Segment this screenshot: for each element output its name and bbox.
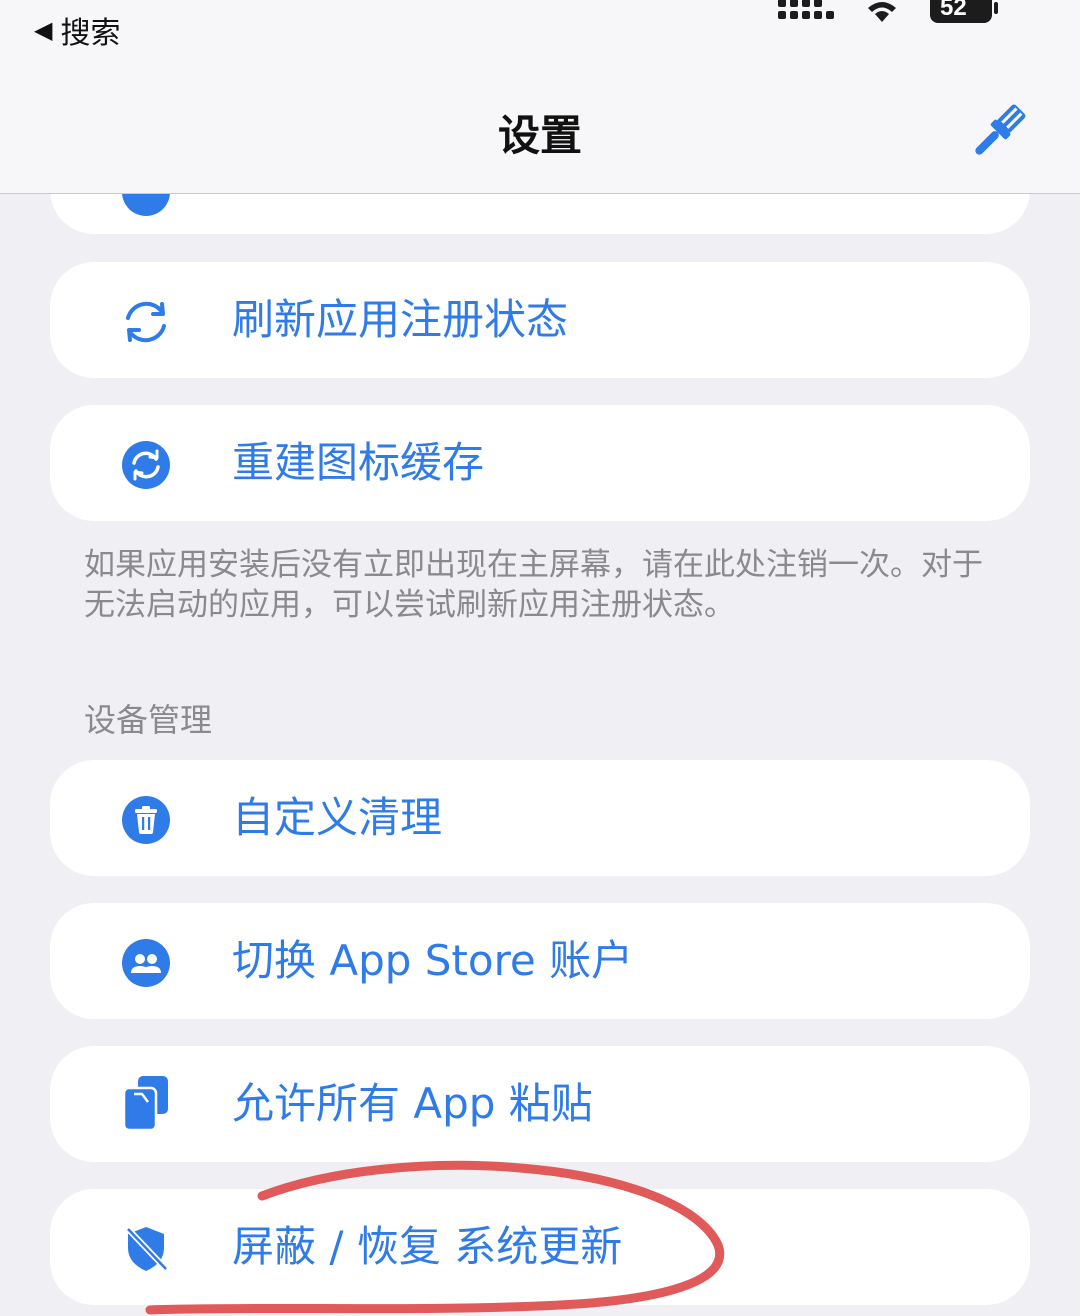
section-footer-note: 如果应用安装后没有立即出现在主屏幕，请在此处注销一次。对于无法启动的应用，可以尝… [84,547,983,623]
status-icons: 52 [778,0,998,24]
switch-account-label: 切换 App Store 账户 [232,936,634,985]
battery-indicator: 52 [930,0,998,23]
wifi-icon [868,2,896,22]
back-button[interactable]: ◀ 搜索 [34,8,120,52]
rebuild-icon-cache-label: 重建图标缓存 [232,438,485,487]
navigation-header: ◀ 搜索 52 设置 [0,0,1080,194]
brush-icon[interactable] [962,98,1032,168]
allow-paste-label: 允许所有 App 粘贴 [232,1079,593,1128]
shield-off-icon [125,1226,169,1272]
custom-cleanup-item[interactable]: 自定义清理 [50,760,1030,876]
refresh-arrows-icon [126,301,166,343]
allow-all-paste-item[interactable]: 允许所有 App 粘贴 [50,1046,1030,1162]
signal-icon [778,0,834,19]
section-header-device-management: 设备管理 [84,701,213,739]
block-restore-system-update-item[interactable]: 屏蔽 / 恢复 系统更新 [50,1189,1030,1305]
block-update-label: 屏蔽 / 恢复 系统更新 [232,1222,623,1271]
clipboard-icon [122,1076,168,1132]
back-label: 搜索 [60,16,121,51]
refresh-registration-label: 刷新应用注册状态 [232,295,569,344]
page-title: 设置 [497,111,582,160]
rebuild-cache-icon [122,441,170,489]
refresh-registration-item[interactable]: 刷新应用注册状态 [50,262,1030,378]
custom-cleanup-label: 自定义清理 [232,793,443,842]
trash-icon [122,796,170,844]
back-arrow-icon: ◀ [34,16,53,44]
rebuild-icon-cache-item[interactable]: 重建图标缓存 [50,405,1030,521]
accounts-icon [122,939,170,987]
switch-app-store-account-item[interactable]: 切换 App Store 账户 [50,903,1030,1019]
